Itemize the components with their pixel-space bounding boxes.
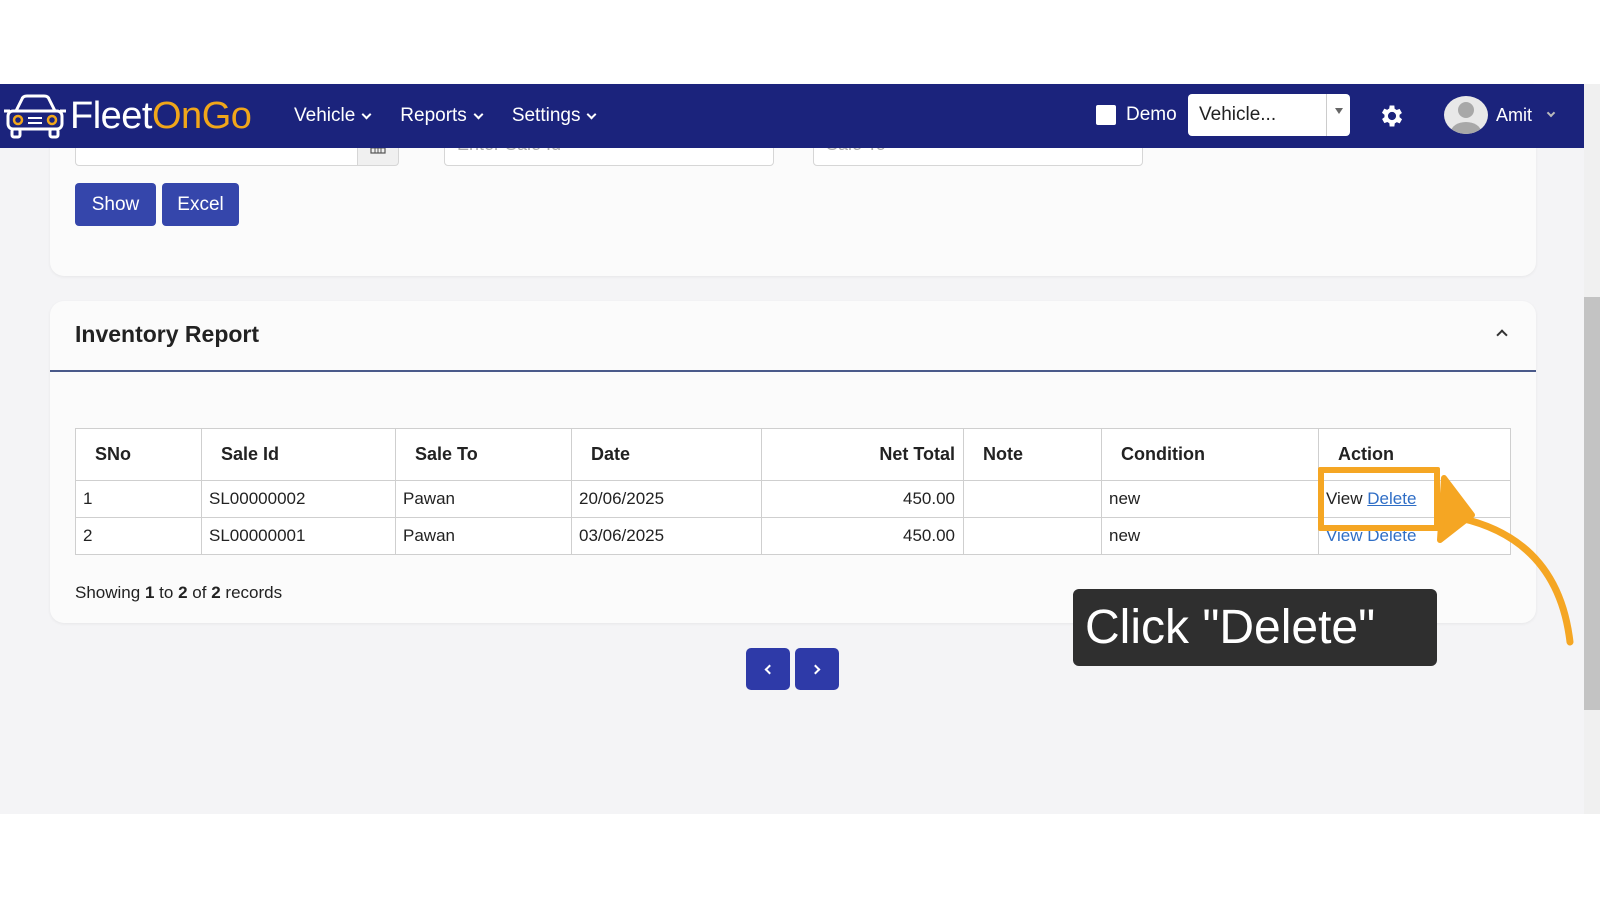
brand-name-go: Go — [201, 94, 252, 137]
chevron-down-icon — [587, 109, 597, 119]
menu-reports[interactable]: Reports — [400, 105, 484, 127]
col-sale-id: Sale Id — [201, 428, 396, 481]
demo-toggle[interactable]: Demo — [1096, 104, 1177, 126]
brand-name: FleetOnGo — [70, 94, 252, 138]
prev-page-button[interactable] — [746, 648, 790, 690]
next-page-button[interactable] — [795, 648, 839, 690]
user-menu[interactable]: Amit — [1444, 96, 1556, 134]
summary-to-word: to — [159, 583, 174, 602]
vehicle-select[interactable]: Vehicle... — [1188, 94, 1350, 136]
cell-net-total: 450.00 — [761, 480, 964, 518]
summary-of-word: of — [192, 583, 207, 602]
excel-button[interactable]: Excel — [162, 183, 239, 226]
chevron-left-icon — [764, 664, 775, 674]
summary-prefix: Showing — [75, 583, 141, 602]
show-button[interactable]: Show — [75, 183, 156, 226]
tutorial-callout: Click "Delete" — [1073, 589, 1437, 666]
table-header-row: SNo Sale Id Sale To Date Net Total Note … — [75, 428, 1511, 481]
report-table: SNo Sale Id Sale To Date Net Total Note … — [75, 428, 1511, 555]
chevron-down-icon — [473, 109, 484, 119]
cell-sale-id: SL00000001 — [201, 517, 396, 555]
excel-label: Excel — [177, 193, 224, 215]
cell-net-total: 450.00 — [761, 517, 964, 555]
car-icon — [4, 94, 66, 139]
chevron-right-icon — [810, 664, 821, 674]
cell-note — [963, 480, 1102, 518]
show-label: Show — [91, 193, 140, 215]
col-sno: SNo — [75, 428, 202, 481]
summary-suffix: records — [225, 583, 283, 602]
brand-name-on: On — [151, 94, 202, 137]
brand-name-fleet: Fleet — [70, 94, 152, 137]
dropdown-arrow-icon[interactable] — [1326, 94, 1350, 136]
demo-label: Demo — [1126, 104, 1177, 125]
cell-sale-id: SL00000002 — [201, 480, 396, 518]
user-name: Amit — [1496, 104, 1532, 125]
demo-checkbox[interactable] — [1096, 105, 1116, 125]
vehicle-select-value: Vehicle... — [1199, 104, 1277, 125]
cell-date: 03/06/2025 — [571, 517, 762, 555]
col-condition: Condition — [1101, 428, 1319, 481]
col-note: Note — [963, 428, 1102, 481]
report-header: Inventory Report — [50, 301, 1536, 372]
chevron-down-icon — [1546, 108, 1556, 118]
cell-sale-to: Pawan — [395, 480, 572, 518]
table-row: 1 SL00000002 Pawan 20/06/2025 450.00 new… — [75, 480, 1511, 518]
summary-total: 2 — [211, 583, 221, 602]
cell-sale-to: Pawan — [395, 517, 572, 555]
cell-condition: new — [1101, 517, 1319, 555]
top-navbar: FleetOnGo Vehicle Reports Settings Demo … — [0, 84, 1584, 148]
main-menu: Vehicle Reports Settings — [294, 84, 597, 148]
records-summary: Showing 1 to 2 of 2 records — [75, 583, 282, 603]
chevron-up-icon[interactable] — [1496, 329, 1508, 341]
summary-from: 1 — [144, 583, 155, 602]
summary-to: 2 — [178, 583, 188, 602]
table-row: 2 SL00000001 Pawan 03/06/2025 450.00 new… — [75, 517, 1511, 555]
menu-reports-label: Reports — [400, 105, 467, 126]
callout-text: Click "Delete" — [1085, 601, 1376, 654]
cell-sno: 1 — [75, 480, 202, 518]
brand-logo[interactable]: FleetOnGo — [4, 90, 252, 142]
report-title: Inventory Report — [75, 321, 260, 347]
arrow-icon — [1437, 475, 1574, 646]
col-net-total: Net Total — [761, 428, 964, 481]
col-sale-to: Sale To — [395, 428, 572, 481]
avatar — [1444, 96, 1488, 134]
cell-sno: 2 — [75, 517, 202, 555]
cell-date: 20/06/2025 — [571, 480, 762, 518]
menu-vehicle-label: Vehicle — [294, 105, 356, 126]
col-date: Date — [571, 428, 762, 481]
menu-settings[interactable]: Settings — [511, 105, 597, 127]
chevron-down-icon — [361, 109, 372, 119]
cell-note — [963, 517, 1102, 555]
menu-vehicle[interactable]: Vehicle — [294, 105, 372, 127]
menu-settings-label: Settings — [511, 105, 581, 126]
gear-icon[interactable] — [1378, 102, 1406, 130]
inventory-report-card: Inventory Report SNo Sale Id Sale To Dat… — [50, 301, 1536, 623]
cell-condition: new — [1101, 480, 1319, 518]
